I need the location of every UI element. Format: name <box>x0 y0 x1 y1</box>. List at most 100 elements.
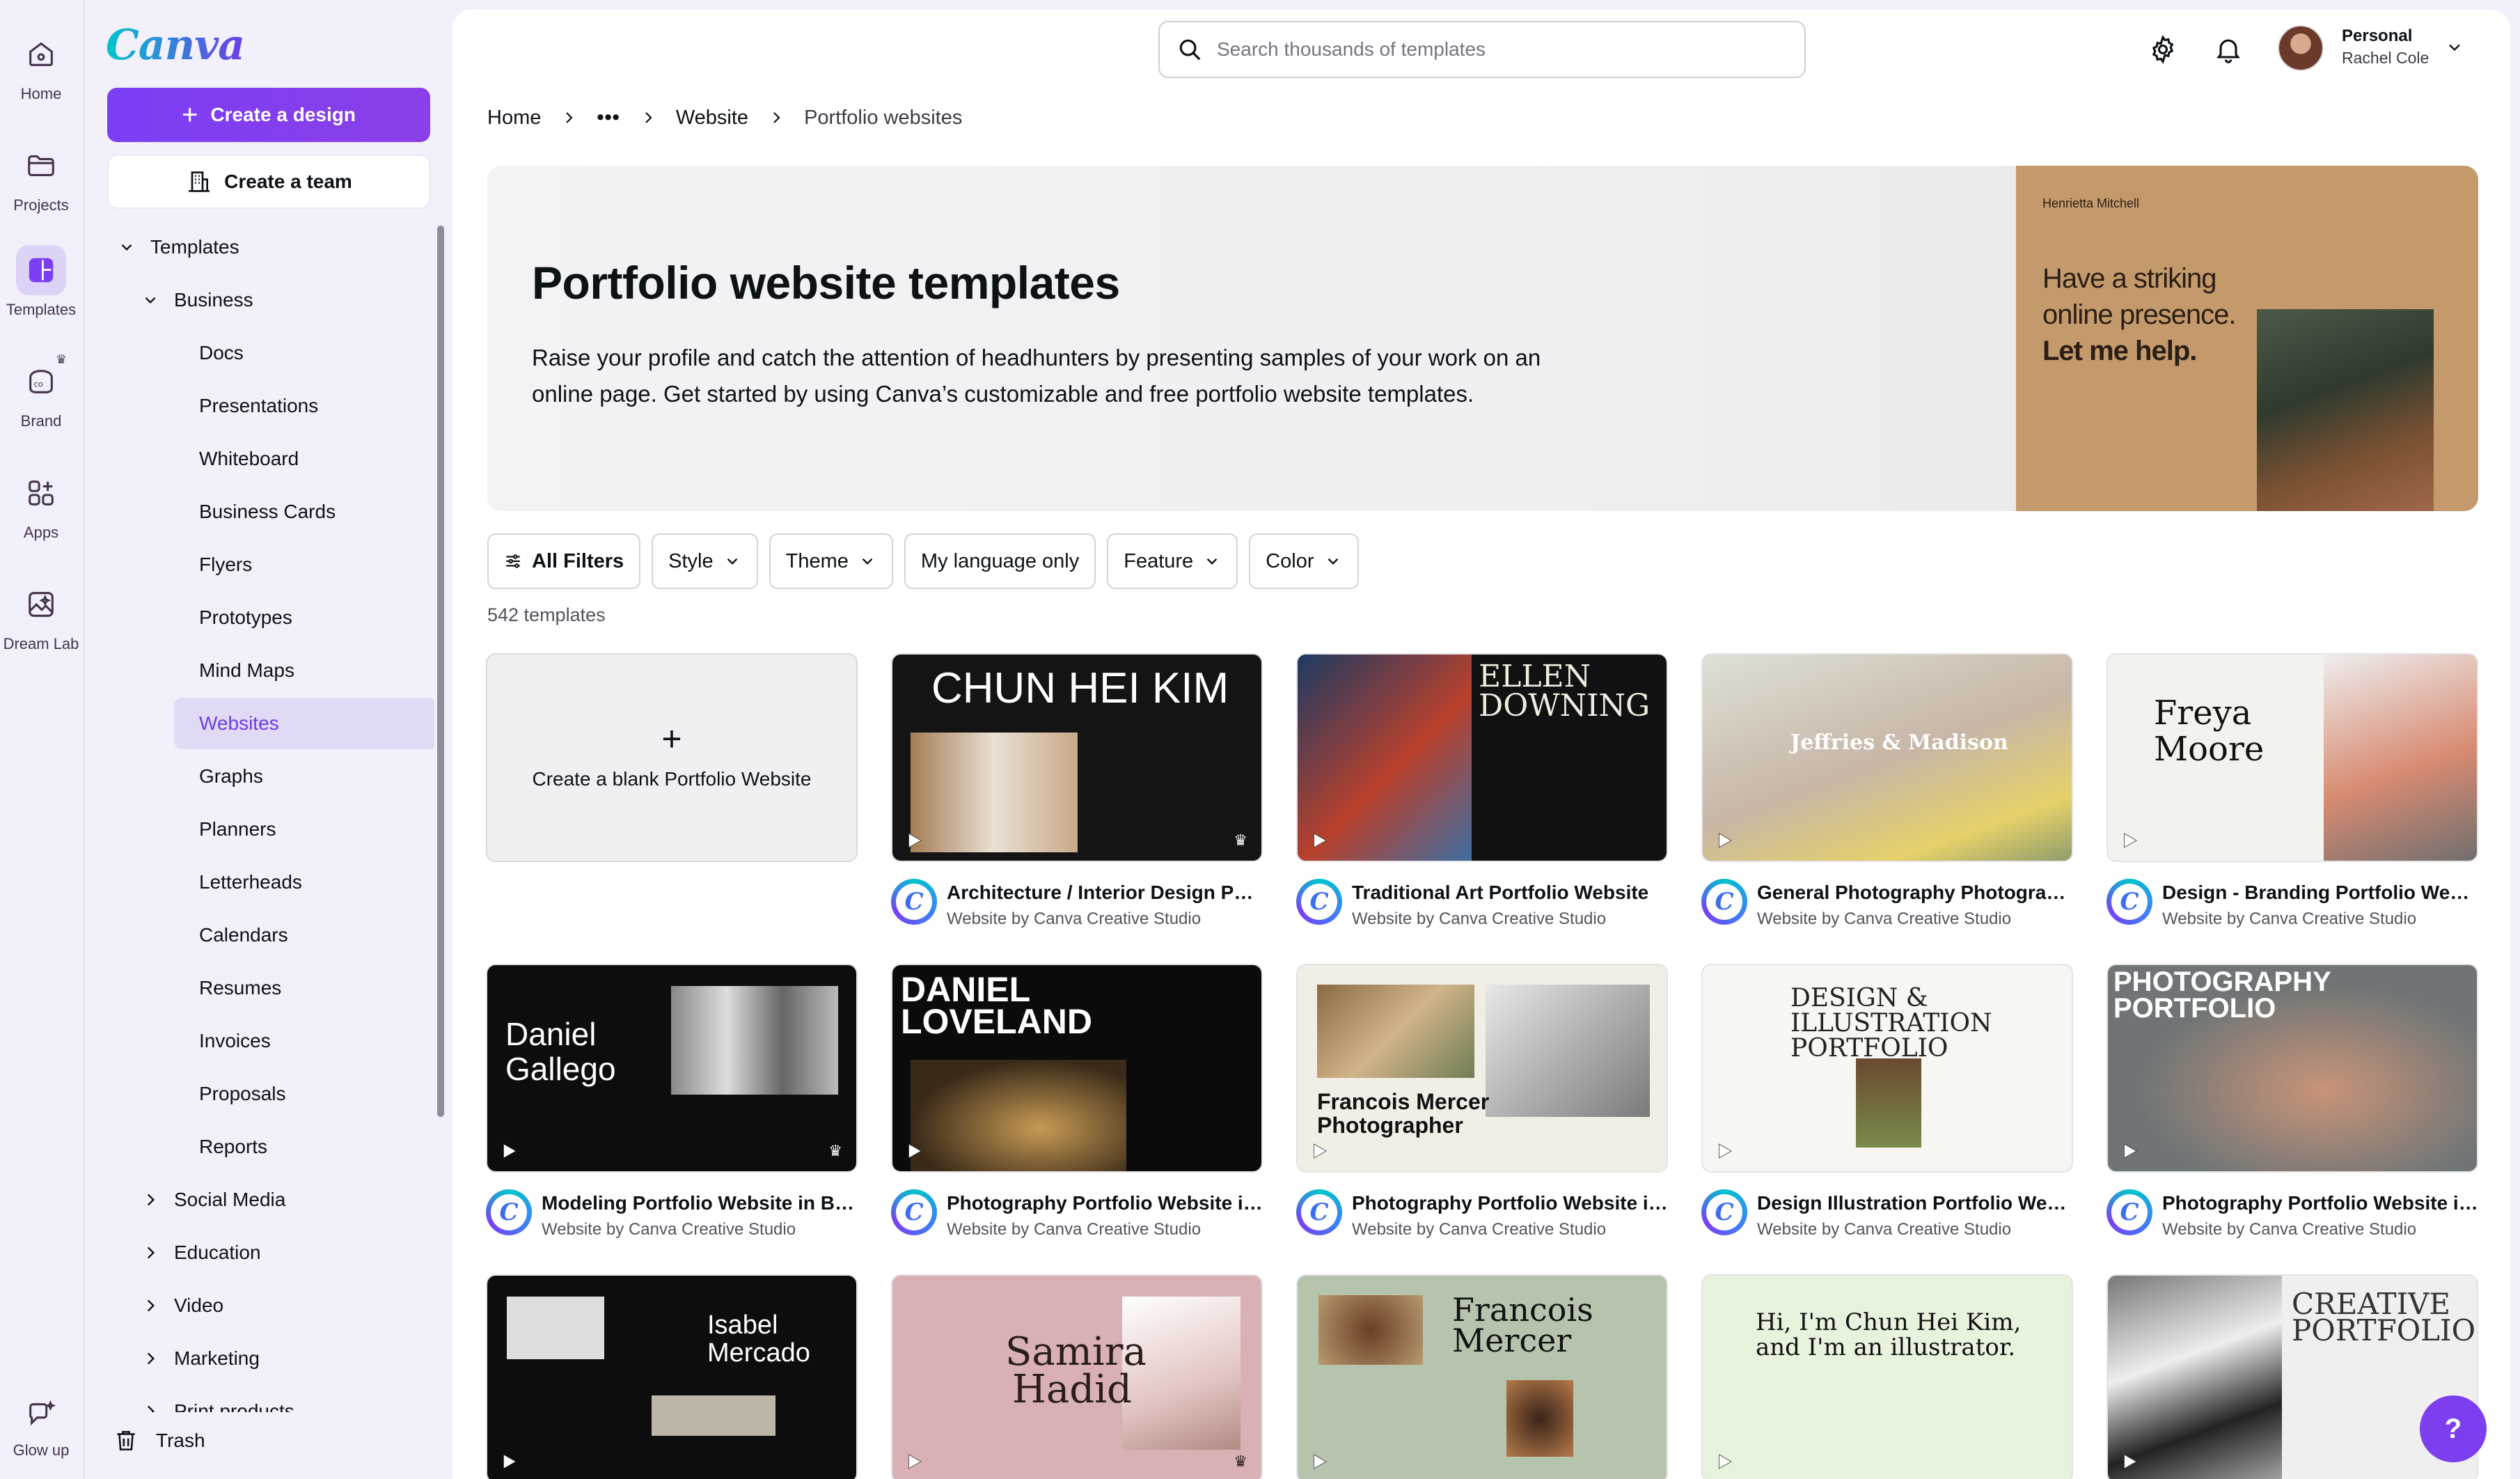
settings-button[interactable] <box>2145 32 2180 67</box>
sidebar-item-print-products[interactable]: Print products <box>107 1386 434 1412</box>
rail-brand[interactable]: ♛ co Brand <box>0 352 82 430</box>
template-thumbnail[interactable]: Hi, I'm Chun Hei Kim, and I'm an illustra… <box>1701 1274 2073 1479</box>
sidebar-item-social-media[interactable]: Social Media <box>107 1174 434 1226</box>
template-thumbnail[interactable]: Isabel Mercado <box>486 1274 858 1479</box>
play-icon[interactable] <box>1309 830 1330 851</box>
create-team-button[interactable]: Create a team <box>107 155 430 209</box>
template-creator[interactable]: Website by Canva Creative Studio <box>1757 1220 2011 1239</box>
play-icon[interactable] <box>1714 830 1735 851</box>
breadcrumb-more[interactable]: ••• <box>597 107 620 130</box>
template-title[interactable]: Photography Portfolio Website in Black <box>947 1192 1264 1214</box>
template-card[interactable]: Samira Hadid ♛ <box>891 1274 1263 1479</box>
style-filter[interactable]: Style <box>652 533 758 589</box>
sidebar-item-resumes[interactable]: Resumes <box>107 962 434 1014</box>
chevron-down-icon[interactable] <box>139 289 162 311</box>
rail-home[interactable]: Home <box>0 29 82 103</box>
template-creator[interactable]: Website by Canva Creative Studio <box>947 1220 1201 1239</box>
template-title[interactable]: Photography Portfolio Website in Cream <box>1352 1192 1669 1214</box>
create-design-button[interactable]: + Create a design <box>107 88 430 142</box>
canva-logo[interactable]: Canva <box>106 21 245 70</box>
chevron-right-icon[interactable] <box>139 1400 162 1412</box>
sidebar-item-business-cards[interactable]: Business Cards <box>107 486 434 538</box>
play-icon[interactable] <box>498 1141 519 1161</box>
template-thumbnail[interactable]: DESIGN & ILLUSTRATION PORTFOLIO <box>1701 964 2073 1173</box>
template-card[interactable]: Francois Mercer <box>1296 1274 1668 1479</box>
template-thumbnail[interactable]: ELLEN DOWNING <box>1296 653 1668 862</box>
rail-glow-up[interactable]: Glow up <box>0 1394 82 1460</box>
template-card[interactable]: CREATIVE PORTFOLIO <box>2106 1274 2478 1479</box>
template-creator[interactable]: Website by Canva Creative Studio <box>542 1220 796 1239</box>
template-thumbnail[interactable]: DANIEL LOVELAND <box>891 964 1263 1173</box>
account-type[interactable]: Personal <box>2342 26 2412 46</box>
template-card[interactable]: DESIGN & ILLUSTRATION PORTFOLIO C Design Ill… <box>1701 964 2074 1239</box>
trash-link[interactable]: Trash <box>113 1427 205 1454</box>
template-title[interactable]: Modeling Portfolio Website in Black and … <box>542 1192 859 1214</box>
template-creator[interactable]: Website by Canva Creative Studio <box>2162 1220 2416 1239</box>
chevron-right-icon[interactable] <box>139 1294 162 1317</box>
sidebar-scrollbar[interactable] <box>437 226 444 1117</box>
template-card[interactable]: Isabel Mercado <box>486 1274 858 1479</box>
template-thumbnail[interactable]: Freya Moore <box>2106 653 2478 862</box>
avatar[interactable] <box>2278 25 2324 71</box>
sidebar-item-templates[interactable]: Templates <box>107 221 434 273</box>
template-thumbnail[interactable]: Jeffries & Madison <box>1701 653 2073 862</box>
template-creator[interactable]: Website by Canva Creative Studio <box>947 909 1201 929</box>
chevron-down-icon[interactable] <box>116 236 138 258</box>
sidebar-item-docs[interactable]: Docs <box>107 327 434 379</box>
notifications-button[interactable] <box>2211 32 2246 67</box>
chevron-right-icon[interactable] <box>139 1242 162 1264</box>
play-icon[interactable] <box>1309 1451 1330 1472</box>
play-icon[interactable] <box>498 1451 519 1472</box>
sidebar-item-prototypes[interactable]: Prototypes <box>107 592 434 643</box>
breadcrumb-website[interactable]: Website <box>676 107 748 130</box>
template-title[interactable]: General Photography Photographer Portfol… <box>1757 882 2074 904</box>
template-card[interactable]: PHOTOGRAPHY PORTFOLIO C Photography Portfol… <box>2106 964 2480 1239</box>
template-card[interactable]: Freya Moore C Design - Branding Portfolio W… <box>2106 653 2480 928</box>
sidebar-item-marketing[interactable]: Marketing <box>107 1333 434 1384</box>
template-title[interactable]: Photography Portfolio Website in Grey <box>2162 1192 2480 1214</box>
template-card[interactable]: Francois Mercer Photographer C Photography … <box>1296 964 1669 1239</box>
template-card[interactable]: Jeffries & Madison C General Photography P… <box>1701 653 2074 928</box>
template-thumbnail[interactable]: CREATIVE PORTFOLIO <box>2106 1274 2478 1479</box>
template-title[interactable]: Traditional Art Portfolio Website <box>1352 882 1669 904</box>
template-card[interactable]: CHUN HEI KIM ♛ C Architecture / Interior De… <box>891 653 1264 928</box>
template-thumbnail[interactable]: Francois Mercer Photographer <box>1296 964 1668 1173</box>
rail-apps[interactable]: Apps <box>0 468 82 542</box>
play-icon[interactable] <box>904 1141 924 1161</box>
sidebar-item-letterheads[interactable]: Letterheads <box>107 856 434 908</box>
rail-dream-lab[interactable]: Dream Lab <box>0 579 82 653</box>
theme-filter[interactable]: Theme <box>769 533 893 589</box>
play-icon[interactable] <box>2119 830 2140 851</box>
sidebar-item-graphs[interactable]: Graphs <box>107 751 434 802</box>
template-thumbnail[interactable]: PHOTOGRAPHY PORTFOLIO <box>2106 964 2478 1173</box>
template-card[interactable]: Daniel Gallego ♛ C Modeling Portfolio Websit… <box>486 964 859 1239</box>
sidebar-item-calendars[interactable]: Calendars <box>107 909 434 961</box>
sidebar-item-video[interactable]: Video <box>107 1280 434 1331</box>
sidebar-item-invoices[interactable]: Invoices <box>107 1015 434 1067</box>
template-title[interactable]: Architecture / Interior Design Portfolio… <box>947 882 1264 904</box>
template-card[interactable]: ELLEN DOWNING C Traditional Art Portfolio W… <box>1296 653 1669 928</box>
play-icon[interactable] <box>2119 1451 2140 1472</box>
play-icon[interactable] <box>2119 1141 2140 1161</box>
create-blank-card[interactable]: + Create a blank Portfolio Website <box>486 653 858 862</box>
template-thumbnail[interactable]: Samira Hadid ♛ <box>891 1274 1263 1479</box>
rail-templates[interactable]: Templates <box>0 245 82 319</box>
chevron-right-icon[interactable] <box>139 1347 162 1370</box>
template-card[interactable]: Hi, I'm Chun Hei Kim, and I'm an illustra… <box>1701 1274 2073 1479</box>
sidebar-item-mind-maps[interactable]: Mind Maps <box>107 645 434 696</box>
rail-projects[interactable]: Projects <box>0 141 82 214</box>
sidebar-item-planners[interactable]: Planners <box>107 804 434 855</box>
template-thumbnail[interactable]: Francois Mercer <box>1296 1274 1668 1479</box>
template-card[interactable]: DANIEL LOVELAND C Photography Portfolio Web… <box>891 964 1264 1239</box>
sidebar-item-whiteboard[interactable]: Whiteboard <box>107 433 434 485</box>
play-icon[interactable] <box>1309 1141 1330 1161</box>
template-creator[interactable]: Website by Canva Creative Studio <box>2162 909 2416 929</box>
color-filter[interactable]: Color <box>1249 533 1359 589</box>
template-thumbnail[interactable]: CHUN HEI KIM ♛ <box>891 653 1263 862</box>
template-title[interactable]: Design - Branding Portfolio Website <box>2162 882 2480 904</box>
sidebar-item-proposals[interactable]: Proposals <box>107 1068 434 1120</box>
sidebar-item-flyers[interactable]: Flyers <box>107 539 434 590</box>
breadcrumb-home[interactable]: Home <box>487 107 541 130</box>
play-icon[interactable] <box>904 1451 924 1472</box>
template-creator[interactable]: Website by Canva Creative Studio <box>1352 1220 1606 1239</box>
